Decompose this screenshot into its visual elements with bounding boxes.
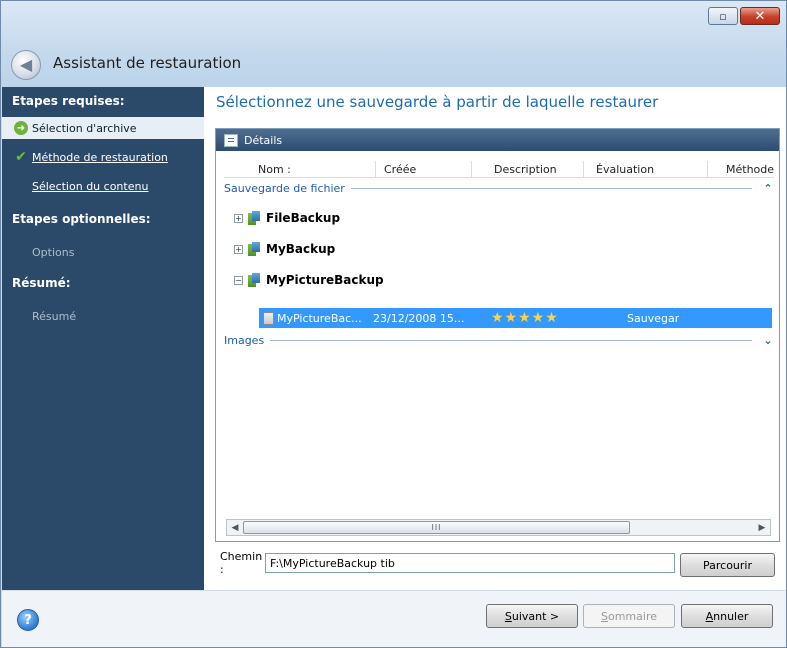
summary-button[interactable]: Sommaire — [583, 604, 675, 628]
chevron-down-icon[interactable]: ⌄ — [762, 334, 774, 347]
browse-button[interactable]: Parcourir — [680, 553, 775, 577]
sidebar-item-options[interactable]: Options — [2, 241, 204, 263]
scroll-track[interactable]: III — [243, 520, 754, 535]
sidebar-item-label: Sélection du contenu — [32, 179, 149, 193]
next-mnemonic: S — [504, 609, 512, 623]
required-steps-heading: Etapes requises: — [12, 94, 125, 108]
column-headers: Nom : Créée Description Évaluation Métho… — [224, 161, 774, 178]
back-button[interactable]: ◀ — [11, 50, 41, 80]
sidebar-item-label: Options — [32, 245, 75, 259]
sidebar-item-label: Méthode de restauration — [32, 150, 168, 164]
cell-name: MyPictureBac... — [277, 311, 362, 325]
wizard-footer: ? Suivant > Sommaire Annuler — [2, 590, 786, 647]
tree-item-mybackup[interactable]: + MyBackup — [234, 239, 335, 259]
cancel-mnemonic: A — [705, 609, 714, 623]
backup-file-icon — [263, 311, 274, 325]
path-label: Chemin : — [220, 550, 263, 576]
group-divider — [350, 187, 752, 189]
window-controls: ▫ ✕ — [708, 7, 780, 25]
backup-archive-icon — [248, 241, 261, 257]
current-step-arrow-icon: ➜ — [14, 121, 28, 135]
backup-archive-icon — [248, 272, 261, 288]
expand-icon[interactable]: + — [234, 244, 243, 254]
details-icon — [224, 133, 238, 147]
cell-method: Sauvegarde — [627, 311, 679, 325]
column-header-name[interactable]: Nom : — [224, 161, 376, 178]
backup-details-panel: Détails Nom : Créée Description Évaluati… — [215, 128, 780, 542]
column-header-created[interactable]: Créée — [376, 161, 472, 178]
scroll-thumb[interactable]: III — [243, 521, 630, 534]
collapse-icon[interactable]: − — [234, 275, 243, 285]
minimize-icon: ▫ — [719, 9, 727, 23]
column-header-rating[interactable]: Évaluation — [584, 161, 708, 178]
summary-label: ommaire — [607, 609, 657, 623]
sidebar-item-restore-method[interactable]: ✔ Méthode de restauration — [2, 146, 204, 168]
backup-archive-icon — [248, 210, 261, 226]
window-title: Assistant de restauration — [53, 54, 242, 72]
next-button[interactable]: Suivant > — [486, 604, 578, 628]
scroll-right-icon[interactable]: ▶ — [754, 520, 770, 535]
group-images[interactable]: Images ⌄ — [224, 332, 774, 348]
sidebar-item-summary[interactable]: Résumé — [2, 305, 204, 327]
expand-icon[interactable]: + — [234, 213, 243, 223]
tree-item-label: MyBackup — [266, 242, 336, 256]
next-label: uivant > — [511, 609, 560, 623]
summary-mnemonic: S — [601, 609, 608, 623]
path-row: Chemin : Parcourir — [215, 550, 780, 577]
minimize-button[interactable]: ▫ — [708, 7, 738, 25]
tree-item-label: FileBackup — [266, 211, 341, 225]
tree-item-label: MyPictureBackup — [266, 273, 384, 287]
wizard-content: Etapes requises: ➜ Sélection d'archive ✔… — [2, 87, 786, 590]
sidebar-item-label: Résumé — [32, 309, 77, 323]
sidebar-item-archive-selection[interactable]: ➜ Sélection d'archive — [2, 117, 204, 139]
cancel-button[interactable]: Annuler — [681, 604, 773, 628]
table-row[interactable]: MyPictureBac... 23/12/2008 15... ★★★★★ S… — [259, 308, 772, 328]
optional-steps-heading: Etapes optionnelles: — [12, 212, 151, 226]
group-file-backup[interactable]: Sauvegarde de fichier ⌃ — [224, 180, 774, 196]
summary-heading: Résumé: — [12, 276, 71, 290]
tree-item-mypicturebackup[interactable]: − MyPictureBackup — [234, 270, 384, 290]
sidebar-item-label: Sélection d'archive — [32, 121, 137, 135]
close-button[interactable]: ✕ — [740, 7, 780, 25]
details-header: Détails — [216, 129, 779, 151]
steps-sidebar: Etapes requises: ➜ Sélection d'archive ✔… — [2, 87, 204, 590]
checkmark-icon: ✔ — [15, 149, 27, 165]
horizontal-scrollbar[interactable]: ◀ III ▶ — [226, 519, 771, 536]
scroll-left-icon[interactable]: ◀ — [227, 520, 243, 535]
rating-stars-icon: ★★★★★ — [491, 310, 559, 326]
page-title: Sélectionnez une sauvegarde à partir de … — [216, 93, 659, 111]
details-header-label: Détails — [244, 133, 283, 147]
chevron-up-icon[interactable]: ⌃ — [762, 182, 774, 195]
close-icon: ✕ — [754, 8, 766, 24]
cell-created: 23/12/2008 15... — [373, 311, 465, 325]
sidebar-item-content-selection[interactable]: Sélection du contenu — [2, 175, 204, 197]
column-header-description[interactable]: Description — [472, 161, 584, 178]
restore-wizard-window: ▫ ✕ ◀ Assistant de restauration Etapes r… — [0, 0, 787, 648]
group-label: Images — [224, 333, 265, 347]
back-arrow-icon: ◀ — [19, 55, 33, 74]
help-icon[interactable]: ? — [17, 609, 39, 631]
title-bar: ▫ ✕ ◀ Assistant de restauration — [1, 1, 786, 87]
group-label: Sauvegarde de fichier — [224, 181, 345, 195]
column-header-method[interactable]: Méthode — [708, 161, 774, 178]
group-divider — [270, 339, 752, 341]
grip-icon: III — [431, 523, 442, 532]
tree-item-filebackup[interactable]: + FileBackup — [234, 208, 340, 228]
cancel-label: nnuler — [713, 609, 749, 623]
path-input[interactable] — [265, 553, 675, 573]
